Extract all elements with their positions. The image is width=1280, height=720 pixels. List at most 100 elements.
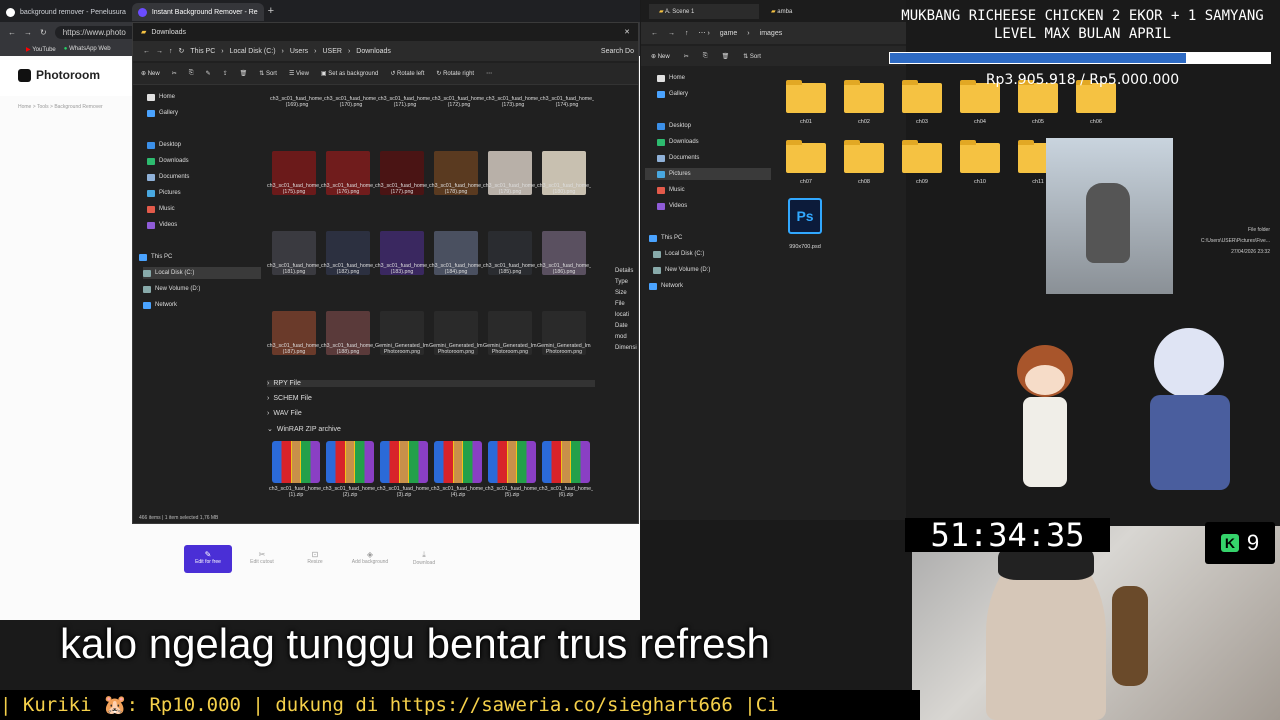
folder-label[interactable]: ch09: [902, 179, 942, 185]
sidebar-item-videos[interactable]: Videos: [147, 219, 177, 231]
winrar-zip-icon[interactable]: [434, 441, 482, 483]
folder-label[interactable]: ch03: [902, 119, 942, 125]
file-label[interactable]: ch3_sc01_fuad_home_morning_neutral.png (…: [486, 96, 540, 108]
sidebar-item-gallery[interactable]: Gallery: [147, 107, 178, 119]
folder-label[interactable]: ch08: [844, 179, 884, 185]
forward-icon[interactable]: →: [24, 28, 32, 37]
folder-label[interactable]: ch06: [1076, 119, 1116, 125]
edit-for-free-button[interactable]: ✎ Edit for free: [184, 545, 232, 573]
file-label[interactable]: ch3_sc01_fuad_home_morning_neutral.png (…: [483, 263, 537, 275]
sidebar-item-pictures[interactable]: Pictures: [147, 187, 181, 199]
sidebar-item-network[interactable]: Network: [649, 280, 683, 292]
copy-icon[interactable]: ⎘: [189, 70, 194, 77]
zip-file-label[interactable]: ch3_sc01_fuad_home_morning_neutral.png (…: [377, 486, 431, 498]
folder-label[interactable]: ch07: [786, 179, 826, 185]
rotate-right-button[interactable]: ↻ Rotate right: [436, 70, 474, 77]
sidebar-item-local-disk[interactable]: Local Disk (C:): [653, 248, 704, 260]
folder-icon[interactable]: [786, 140, 826, 173]
file-label[interactable]: ch3_sc01_fuad_home_morning_neutral.png (…: [375, 263, 429, 275]
zip-file-label[interactable]: ch3_sc01_fuad_home_morning_neutral.png (…: [485, 486, 539, 498]
search-field[interactable]: Search Do: [601, 48, 634, 55]
bookmark-whatsapp[interactable]: ● WhatsApp Web: [64, 46, 111, 52]
winrar-zip-icon[interactable]: [326, 441, 374, 483]
file-label[interactable]: ch3_sc01_fuad_home_morning_neutral.png (…: [540, 96, 594, 108]
cut-icon[interactable]: ✂: [684, 53, 689, 60]
path-users[interactable]: Users: [290, 48, 308, 55]
winrar-zip-icon[interactable]: [380, 441, 428, 483]
download-button[interactable]: ⤓ Download: [400, 545, 448, 573]
path-user[interactable]: USER: [323, 48, 342, 55]
zip-file-label[interactable]: ch3_sc01_fuad_home_morning_neutral.png (…: [431, 486, 485, 498]
sidebar-item-this-pc[interactable]: This PC: [139, 251, 172, 263]
file-label[interactable]: ch3_sc01_fuad_home_morning_neutral.png (…: [537, 263, 591, 275]
sort-button[interactable]: ⇅ Sort: [743, 53, 761, 60]
sidebar-item-this-pc[interactable]: This PC: [649, 232, 682, 244]
back-icon[interactable]: ←: [143, 48, 150, 55]
resize-button[interactable]: ⊡ Resize: [291, 545, 339, 573]
up-icon[interactable]: ↑: [685, 30, 689, 37]
winrar-zip-icon[interactable]: [542, 441, 590, 483]
file-label[interactable]: ch3_sc01_fuad_home_morning_neutral.png (…: [537, 183, 591, 195]
tab-scene-1[interactable]: ▰ A. Scene 1: [649, 3, 759, 19]
new-tab-icon[interactable]: +: [268, 5, 274, 17]
group-rpy[interactable]: › RPY File: [267, 380, 595, 387]
share-icon[interactable]: ⇪: [223, 70, 228, 77]
group-wav[interactable]: › WAV File: [267, 410, 302, 417]
sidebar-item-videos[interactable]: Videos: [657, 200, 687, 212]
delete-icon[interactable]: 🗑: [722, 53, 730, 60]
more-icon[interactable]: ⋯: [486, 70, 492, 77]
file-label[interactable]: Gemini_Generated_Image_wpk8dswpk8-Photor…: [375, 343, 429, 355]
winrar-zip-icon[interactable]: [272, 441, 320, 483]
sidebar-item-music[interactable]: Music: [657, 184, 685, 196]
path-images[interactable]: images: [760, 30, 783, 37]
file-label[interactable]: ch3_sc01_fuad_home_morning_neutral.png (…: [429, 183, 483, 195]
file-label[interactable]: Gemini_Generated_Image_whhurcwhhurc-Phot…: [429, 343, 483, 355]
zip-file-label[interactable]: ch3_sc01_fuad_home_morning_neutral.png (…: [323, 486, 377, 498]
file-label[interactable]: ch3_sc01_fuad_home_morning_neutral.png (…: [324, 96, 378, 108]
folder-label[interactable]: ch01: [786, 119, 826, 125]
folder-label[interactable]: ch04: [960, 119, 1000, 125]
group-zip[interactable]: ⌄ WinRAR ZIP archive: [267, 425, 341, 434]
file-label[interactable]: ch3_sc01_fuad_home_morning_neutral.png (…: [375, 183, 429, 195]
sidebar-item-desktop[interactable]: Desktop: [147, 139, 181, 151]
folder-icon[interactable]: [844, 80, 884, 113]
set-background-button[interactable]: ▣ Set as background: [321, 70, 378, 77]
sidebar-item-pictures[interactable]: Pictures: [645, 168, 771, 180]
tab-amba[interactable]: ▰ amba: [765, 4, 798, 19]
folder-icon[interactable]: [960, 140, 1000, 173]
edit-cutout-button[interactable]: ✂ Edit cutout: [238, 545, 286, 573]
photoshop-file-icon[interactable]: Ps: [788, 198, 822, 234]
sidebar-item-documents[interactable]: Documents: [657, 152, 699, 164]
path-downloads[interactable]: Downloads: [356, 48, 391, 55]
folder-label[interactable]: ch02: [844, 119, 884, 125]
file-label[interactable]: Gemini_Generated_Image_t9097vt9097vt909-…: [483, 343, 537, 355]
sidebar-item-home[interactable]: Home: [657, 72, 685, 84]
folder-icon[interactable]: [844, 140, 884, 173]
file-label[interactable]: ch3_sc01_fuad_home_morning_neutral.png (…: [378, 96, 432, 108]
add-background-button[interactable]: ◈ Add background: [345, 545, 395, 573]
sidebar-item-music[interactable]: Music: [147, 203, 175, 215]
path-this-pc[interactable]: This PC: [190, 48, 215, 55]
zip-file-label[interactable]: ch3_sc01_fuad_home_morning_neutral.png (…: [539, 486, 593, 498]
new-button[interactable]: ⊕ New: [141, 70, 160, 77]
sidebar-item-gallery[interactable]: Gallery: [657, 88, 688, 100]
folder-icon[interactable]: [902, 140, 942, 173]
folder-icon[interactable]: [786, 80, 826, 113]
zip-file-label[interactable]: ch3_sc01_fuad_home_morning_neutral.png (…: [269, 486, 323, 498]
file-label[interactable]: ch3_sc01_fuad_home_morning_neutral.png (…: [429, 263, 483, 275]
file-label[interactable]: ch3_sc01_fuad_home_morning_neutral.png (…: [267, 343, 321, 355]
file-label[interactable]: ch3_sc01_fuad_home_morning_neutral.png (…: [432, 96, 486, 108]
folder-label[interactable]: ch05: [1018, 119, 1058, 125]
forward-icon[interactable]: →: [156, 48, 163, 55]
file-label[interactable]: ch3_sc01_fuad_home_morning_neutral.png (…: [267, 263, 321, 275]
group-schem[interactable]: › SCHEM File: [267, 395, 312, 402]
close-icon[interactable]: ✕: [624, 28, 630, 36]
browser-tab-photoroom[interactable]: Instant Background Remover - Re: [131, 3, 264, 21]
sidebar-item-downloads[interactable]: Downloads: [147, 155, 189, 167]
file-label[interactable]: ch3_sc01_fuad_home_morning_neutral.png (…: [270, 96, 324, 108]
winrar-zip-icon[interactable]: [488, 441, 536, 483]
folder-label[interactable]: ch10: [960, 179, 1000, 185]
sidebar-item-documents[interactable]: Documents: [147, 171, 189, 183]
bookmark-youtube[interactable]: ▶ YouTube: [26, 46, 56, 53]
file-label[interactable]: Gemini_Generated_Image_pzd43dpzd43d-Phot…: [537, 343, 591, 355]
